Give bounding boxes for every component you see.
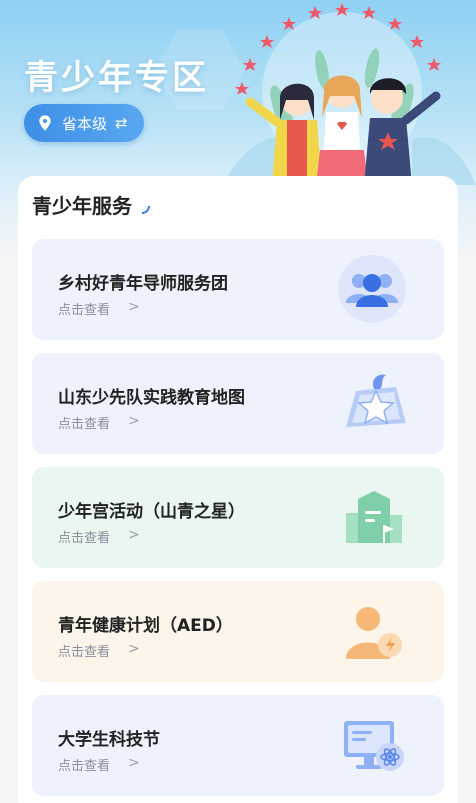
chevron-right-icon: >	[128, 755, 140, 771]
page-title: 青少年专区	[24, 58, 209, 98]
location-pin-icon	[39, 115, 51, 131]
service-view-link[interactable]: 点击查看	[58, 299, 110, 318]
group-icon	[338, 255, 406, 323]
title-accent	[142, 206, 150, 214]
map-star-icon	[346, 374, 406, 427]
service-name: 少年宫活动（山青之星）	[58, 502, 245, 522]
building-icon	[346, 491, 402, 543]
service-item-tech-festival[interactable]: 大学生科技节 点击查看 >	[32, 695, 444, 796]
service-view-link[interactable]: 点击查看	[58, 641, 110, 660]
service-name: 大学生科技节	[58, 730, 160, 750]
service-view-link[interactable]: 点击查看	[58, 413, 110, 432]
swap-icon: ⇄	[115, 114, 128, 132]
service-item-practice-map[interactable]: 山东少先队实践教育地图 点击查看 >	[32, 353, 444, 454]
section-title: 青少年服务	[32, 194, 132, 218]
service-view-link[interactable]: 点击查看	[58, 527, 110, 546]
health-person-icon	[346, 607, 402, 659]
computer-atom-icon	[344, 721, 404, 771]
chevron-right-icon: >	[128, 413, 140, 429]
service-item-mentor-team[interactable]: 乡村好青年导师服务团 点击查看 >	[32, 239, 444, 340]
chevron-right-icon: >	[128, 527, 140, 543]
service-name: 青年健康计划（AED）	[58, 616, 233, 636]
youth-illustration	[222, 3, 476, 185]
region-selector-button[interactable]: 省本级 ⇄	[24, 104, 144, 142]
service-name: 乡村好青年导师服务团	[58, 274, 228, 294]
chevron-right-icon: >	[128, 299, 140, 315]
service-view-link[interactable]: 点击查看	[58, 755, 110, 774]
region-label: 省本级	[62, 114, 108, 133]
service-item-health-plan[interactable]: 青年健康计划（AED） 点击查看 >	[32, 581, 444, 682]
services-card: 青少年服务 乡村好青年导师服务团 点击查看 > 山东少先队实践教育地图 点击查看…	[18, 176, 458, 803]
service-item-youth-palace[interactable]: 少年宫活动（山青之星） 点击查看 >	[32, 467, 444, 568]
chevron-right-icon: >	[128, 641, 140, 657]
service-name: 山东少先队实践教育地图	[58, 388, 245, 408]
